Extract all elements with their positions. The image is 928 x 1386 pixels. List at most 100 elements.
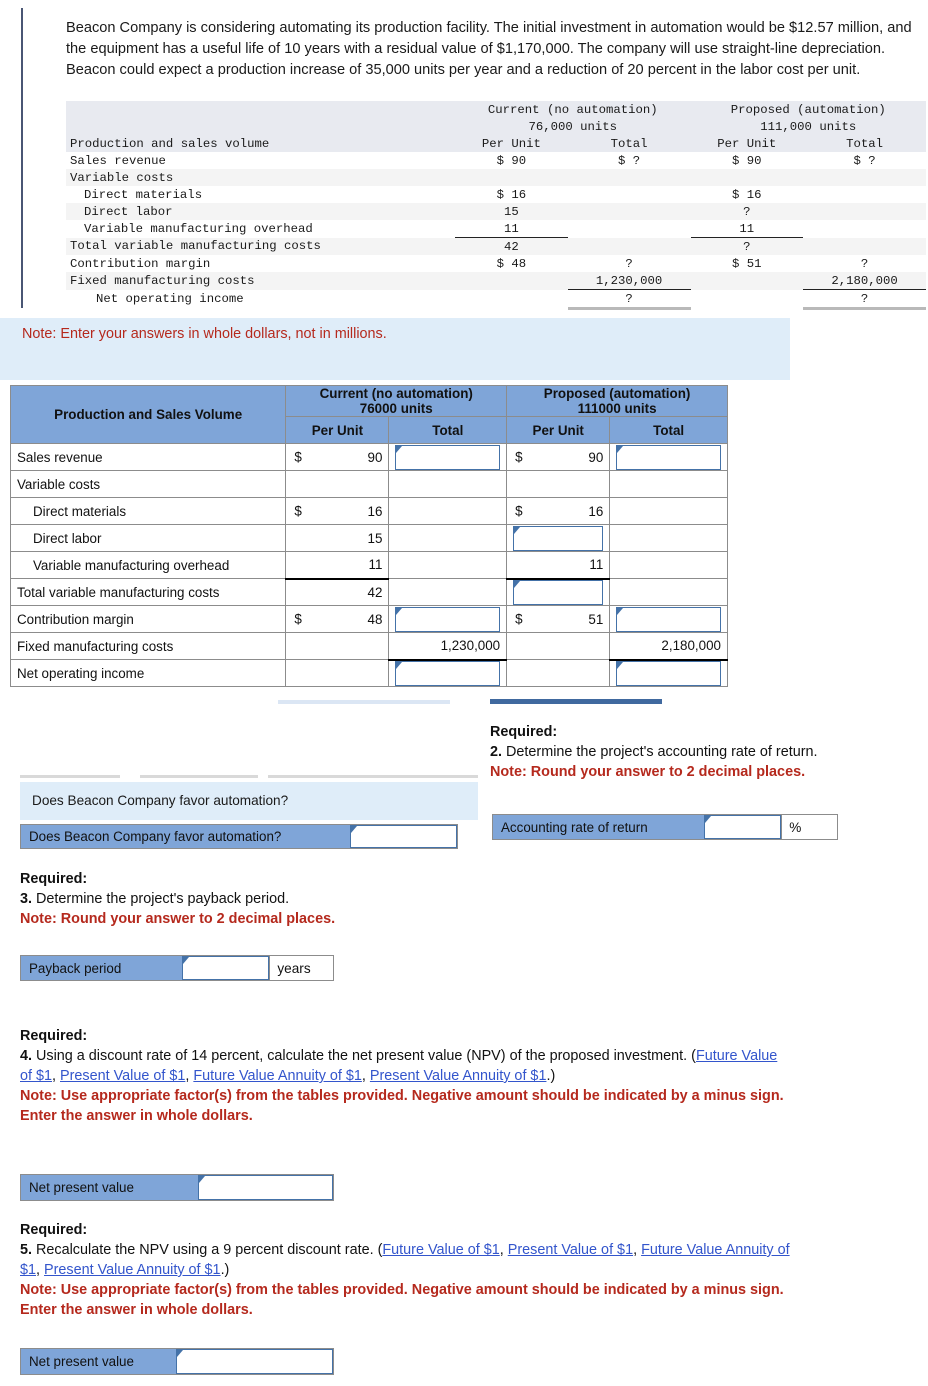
mono-row-proposed-total: ?	[803, 289, 926, 310]
mono-row: Direct labor 15?	[66, 203, 926, 220]
row-label: Variable manufacturing overhead	[9, 551, 287, 579]
proposed-total-cell	[609, 470, 728, 498]
tab-separator-2[interactable]	[140, 775, 258, 778]
proposed-per-unit-cell-input[interactable]	[513, 579, 604, 605]
current-total-cell-input[interactable]	[395, 660, 501, 686]
mono-proposed-title: Proposed (automation)	[730, 102, 886, 117]
mono-row-current-total	[568, 203, 691, 220]
proposed-total-cell[interactable]	[609, 658, 728, 687]
proposed-total-cell[interactable]	[609, 443, 728, 471]
table-row: Direct materials $16 $16	[9, 497, 728, 525]
proposed-total-cell-input[interactable]	[616, 606, 721, 632]
proposed-per-unit-cell[interactable]	[506, 524, 611, 552]
tab-indicator-inactive[interactable]	[278, 700, 450, 704]
payback-period-suffix: years	[269, 956, 333, 980]
current-total-cell[interactable]	[388, 605, 508, 633]
mono-row-current-per-unit: 15	[503, 204, 519, 219]
current-per-unit-cell: 15	[285, 524, 390, 552]
mono-row-proposed-per-unit: ?	[743, 239, 751, 254]
current-per-unit-cell: $16	[285, 497, 390, 525]
mono-row-proposed-per-unit: $ 16	[732, 187, 762, 202]
accounting-rate-of-return-suffix: %	[781, 815, 837, 839]
mono-col-cur-total: Total	[610, 136, 648, 151]
mono-row-label: Fixed manufacturing costs	[70, 273, 255, 288]
current-per-unit-cell: $48	[285, 605, 390, 633]
proposed-per-unit-cell-input[interactable]	[513, 525, 604, 551]
row-label: Sales revenue	[9, 443, 287, 471]
mono-units-row: 76,000 units 111,000 units	[66, 118, 926, 135]
mono-row-current-total	[568, 238, 691, 256]
mono-row-current-per-unit: 11	[455, 220, 568, 238]
npv-14-percent-label: Net present value	[21, 1175, 198, 1200]
table-row: Sales revenue $90 $90	[9, 443, 728, 471]
grid-header-current-title: Current (no automation)	[319, 386, 473, 401]
mono-col-prop-total: Total	[846, 136, 883, 151]
tab-separator-1[interactable]	[20, 775, 120, 778]
mono-row-proposed-total: 2,180,000	[803, 272, 926, 290]
mono-row: Sales revenue $ 90 $ ? $ 90 $ ?	[66, 152, 926, 169]
mono-row-label: Direct labor	[84, 204, 173, 219]
current-total-cell	[388, 578, 508, 606]
proposed-per-unit-cell	[506, 659, 611, 687]
currency-symbol: $	[515, 611, 523, 627]
grid-header-proposed-units: 111000 units	[577, 401, 657, 416]
current-total-cell[interactable]	[388, 443, 508, 471]
row-label: Total variable manufacturing costs	[9, 578, 287, 606]
required-4-note: Note: Use appropriate factor(s) from the…	[20, 1088, 784, 1124]
mono-row-label: Variable manufacturing overhead	[84, 221, 313, 236]
proposed-per-unit-cell[interactable]	[506, 577, 611, 606]
proposed-total-cell-input[interactable]	[616, 444, 721, 470]
required-2-number: 2.	[490, 744, 503, 760]
required-4-heading: Required:	[20, 1028, 88, 1044]
proposed-per-unit-cell: $51	[506, 605, 611, 633]
current-per-unit-cell	[285, 470, 390, 498]
current-total-cell[interactable]	[388, 658, 508, 687]
production-sales-volume-grid: Production and Sales Volume Current (no …	[9, 385, 728, 687]
required-4-block: Required: 4. Using a discount rate of 14…	[20, 1026, 790, 1126]
row-label: Direct materials	[9, 497, 287, 525]
proposed-per-unit-cell	[506, 632, 611, 660]
mono-current-units: 76,000 units	[528, 119, 618, 134]
mono-row-proposed-per-unit: $ 90	[732, 153, 762, 168]
tab-indicator-active[interactable]	[490, 699, 662, 704]
link-future-value-annuity-of-1[interactable]: Future Value Annuity of $1	[193, 1068, 362, 1084]
npv-9-percent-input[interactable]	[176, 1349, 333, 1374]
mono-row-proposed-per-unit: ?	[743, 204, 751, 219]
link-present-value-annuity-of-1[interactable]: Present Value Annuity of $1	[370, 1068, 547, 1084]
link-present-value-of-1[interactable]: Present Value of $1	[60, 1068, 185, 1084]
currency-symbol: $	[294, 503, 302, 519]
mono-row: Total variable manufacturing costs 42?	[66, 237, 926, 256]
required-4-text: Using a discount rate of 14 percent, cal…	[36, 1048, 696, 1064]
mono-row: Net operating income??	[66, 289, 926, 310]
mono-row-proposed-total	[803, 169, 926, 186]
current-per-unit-cell	[285, 659, 390, 687]
required-4-number: 4.	[20, 1048, 33, 1064]
current-total-cell-input[interactable]	[395, 606, 501, 632]
current-total-cell-input[interactable]	[395, 444, 501, 470]
mono-col-cur-per-unit: Per Unit	[481, 136, 541, 151]
required-3-text: Determine the project's payback period.	[36, 891, 290, 907]
link-future-value-of-1-b[interactable]: Future Value of $1	[382, 1242, 499, 1258]
mono-row-current-per-unit: 42	[503, 239, 519, 254]
proposed-total-cell-input[interactable]	[616, 660, 721, 686]
link-present-value-annuity-of-1-b[interactable]: Present Value Annuity of $1	[44, 1262, 221, 1278]
mono-row-current-total: ?	[625, 256, 633, 271]
mono-units-blank	[66, 118, 455, 135]
required-2-note: Note: Round your answer to 2 decimal pla…	[490, 764, 806, 780]
currency-symbol: $	[294, 449, 302, 465]
proposed-total-cell: 2,180,000	[609, 632, 728, 660]
mono-row-proposed-total	[803, 238, 926, 256]
accounting-rate-of-return-label: Accounting rate of return	[493, 815, 704, 839]
favor-automation-banner-text: Does Beacon Company favor automation?	[32, 793, 289, 808]
favor-automation-label: Does Beacon Company favor automation?	[21, 825, 350, 848]
favor-automation-banner: Does Beacon Company favor automation?	[20, 782, 478, 820]
tab-separator-3[interactable]	[268, 775, 478, 778]
accounting-rate-of-return-input[interactable]	[703, 815, 782, 839]
npv-9-percent-row: Net present value	[20, 1348, 334, 1375]
link-present-value-of-1-b[interactable]: Present Value of $1	[508, 1242, 633, 1258]
proposed-total-cell[interactable]	[609, 605, 728, 633]
npv-14-percent-input[interactable]	[197, 1175, 333, 1200]
favor-automation-input[interactable]	[349, 825, 457, 848]
payback-period-input[interactable]	[181, 956, 270, 980]
grid-header-proposed-per-unit: Per Unit	[506, 416, 611, 444]
